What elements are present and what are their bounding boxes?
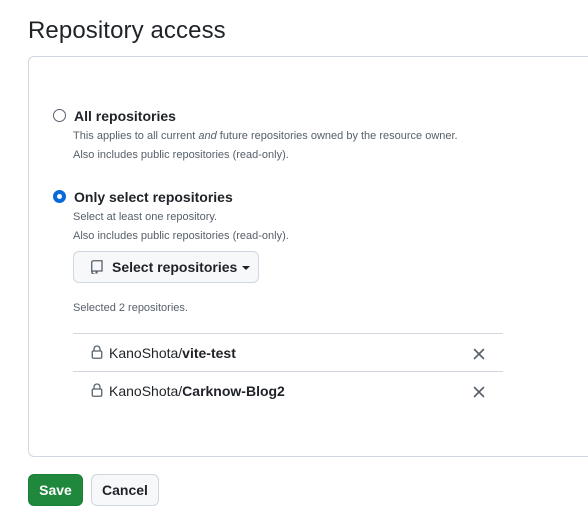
repo-icon (91, 260, 103, 274)
select-repositories-button[interactable]: Select repositories (73, 251, 259, 283)
all-repositories-desc-suffix: future repositories owned by the resourc… (216, 130, 458, 142)
all-repositories-desc-emphasis: and (198, 130, 217, 142)
close-icon (473, 348, 485, 360)
repository-owner: KanoShota/ (109, 345, 183, 361)
repository-short-name: Carknow-Blog2 (182, 383, 285, 399)
select-repositories-label[interactable]: Only select repositories (74, 189, 233, 205)
all-repositories-description-line2: Also includes public repositories (read-… (73, 149, 289, 161)
close-icon (473, 386, 485, 398)
selected-count-text: Selected 2 repositories. (73, 302, 188, 314)
select-repositories-button-label: Select repositories (112, 259, 238, 275)
list-item: KanoShota/vite-test (73, 333, 503, 371)
save-button[interactable]: Save (28, 474, 83, 506)
all-repositories-desc-prefix: This applies to all current (73, 130, 199, 142)
caret-down-icon (242, 266, 251, 270)
selected-repository-list: KanoShota/vite-test KanoShota/Carknow-Bl… (73, 333, 503, 409)
select-repositories-description-line2: Also includes public repositories (read-… (73, 230, 289, 242)
cancel-button[interactable]: Cancel (91, 474, 159, 506)
repository-name: KanoShota/Carknow-Blog2 (109, 383, 285, 399)
repository-name: KanoShota/vite-test (109, 345, 236, 361)
all-repositories-radio[interactable] (53, 109, 66, 122)
all-repositories-label[interactable]: All repositories (74, 108, 176, 124)
remove-repository-button[interactable] (473, 347, 485, 360)
lock-icon (91, 345, 103, 364)
select-repositories-description: Select at least one repository. (73, 211, 218, 223)
section-title: Repository access (28, 17, 226, 44)
lock-icon (91, 383, 103, 402)
all-repositories-description: This applies to all current and future r… (73, 129, 458, 143)
list-item: KanoShota/Carknow-Blog2 (73, 371, 503, 409)
repository-owner: KanoShota/ (109, 383, 183, 399)
select-repositories-radio[interactable] (53, 190, 66, 203)
remove-repository-button[interactable] (473, 385, 485, 398)
repository-short-name: vite-test (182, 345, 236, 361)
